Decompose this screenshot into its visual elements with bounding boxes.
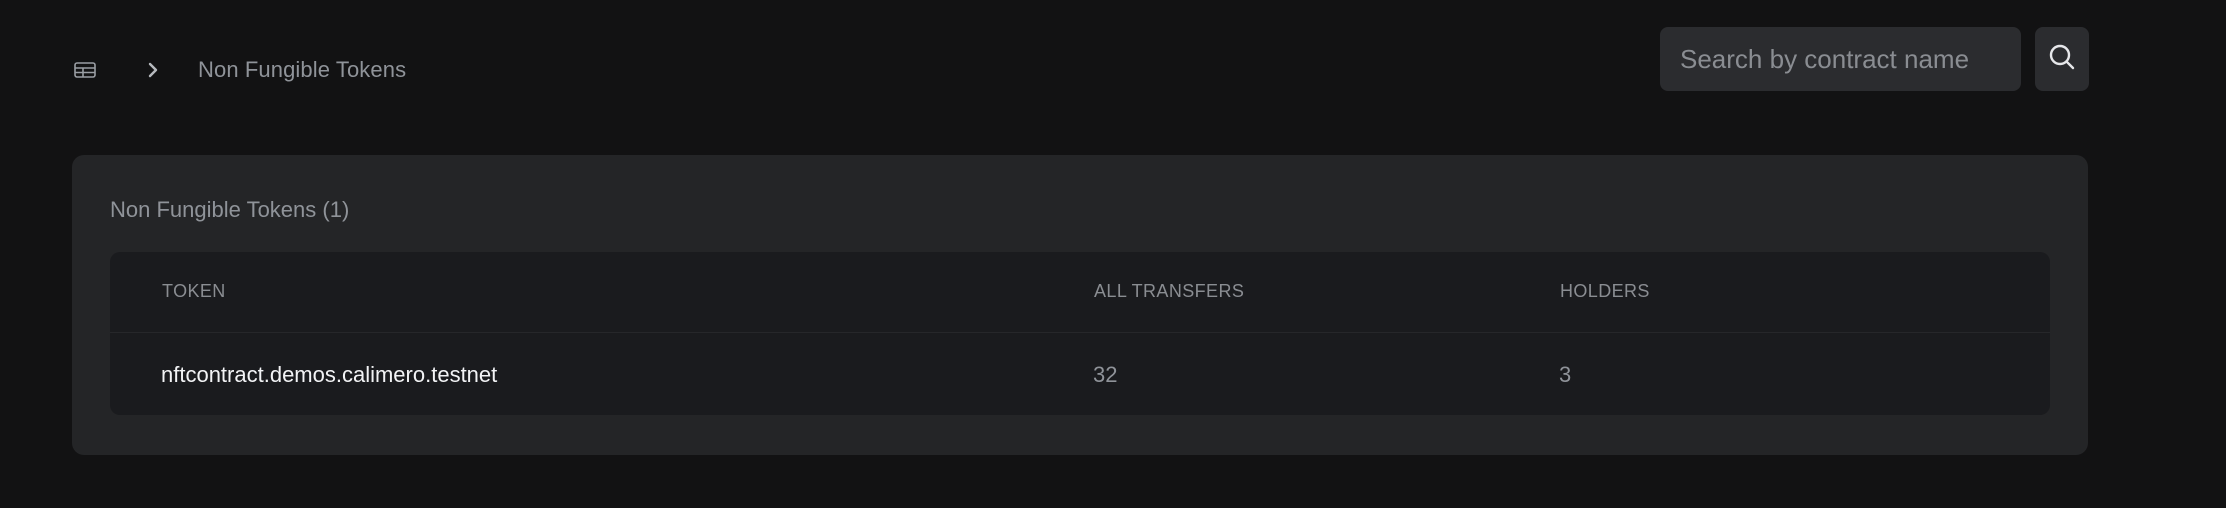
search-button[interactable] [2035,27,2089,91]
column-header-token: TOKEN [162,281,226,301]
token-link[interactable]: nftcontract.demos.calimero.testnet [161,362,497,388]
table-header: TOKEN ALL TRANSFERS HOLDERS [110,252,2050,333]
table-icon[interactable] [72,60,98,80]
top-bar: Non Fungible Tokens [0,0,2226,120]
chevron-right-icon [144,60,162,80]
nft-table: TOKEN ALL TRANSFERS HOLDERS nftcontract.… [110,252,2050,415]
breadcrumb: Non Fungible Tokens [72,52,406,88]
transfers-count: 32 [1093,362,1118,387]
search-bar [1660,27,2089,91]
card-title: Non Fungible Tokens (1) [110,197,350,222]
holders-count: 3 [1559,362,1572,387]
nft-card: Non Fungible Tokens (1) TOKEN ALL TRANSF… [72,155,2088,455]
breadcrumb-current: Non Fungible Tokens [198,57,407,82]
column-header-transfers: ALL TRANSFERS [1094,281,1245,301]
search-input[interactable] [1660,27,2021,91]
search-icon [2047,42,2077,77]
column-header-holders: HOLDERS [1560,281,1650,301]
table-row[interactable]: nftcontract.demos.calimero.testnet 32 3 [110,333,2050,415]
